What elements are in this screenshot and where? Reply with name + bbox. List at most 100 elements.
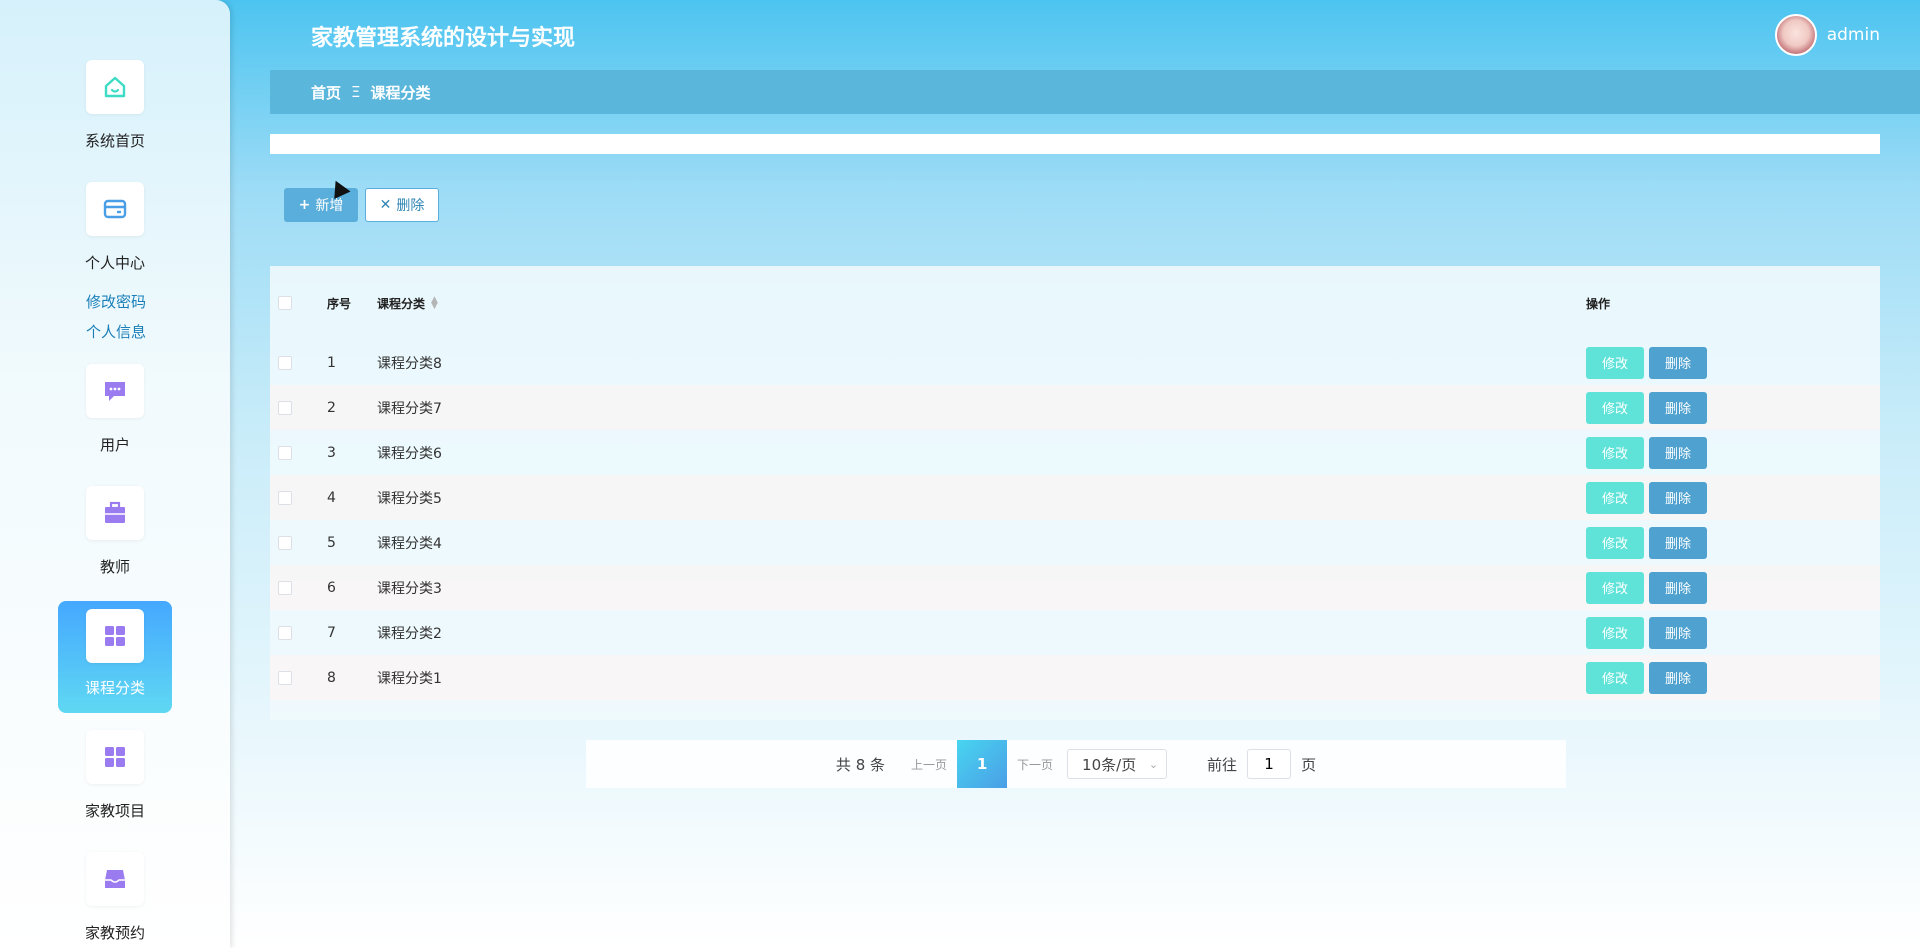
row-checkbox[interactable]: [278, 625, 292, 640]
nav-item-tutoring-projects[interactable]: 家教项目: [58, 730, 172, 821]
pagination-total: 共 8 条: [835, 755, 886, 774]
row-seq: 5: [327, 534, 336, 551]
row-checkbox[interactable]: [278, 355, 292, 370]
edit-button[interactable]: 修改: [1586, 481, 1644, 514]
row-seq: 6: [327, 579, 336, 596]
edit-button[interactable]: 修改: [1586, 391, 1644, 424]
table-row: 3 课程分类6 修改 删除: [270, 430, 1880, 475]
sidebar: 系统首页 个人中心 修改密码 个人信息 用户 教师 课程分类 家教项目 家教预约: [0, 0, 230, 948]
row-name: 课程分类5: [377, 490, 442, 507]
table-row: 6 课程分类3 修改 删除: [270, 565, 1880, 610]
goto-prefix: 前往: [1207, 755, 1238, 774]
nav-item-users[interactable]: 用户: [58, 364, 172, 455]
row-name: 课程分类3: [377, 580, 442, 597]
header-ops: 操作: [1586, 296, 1611, 311]
nav-label-tutoring-projects: 家教项目: [84, 802, 145, 820]
table-row: 2 课程分类7 修改 删除: [270, 385, 1880, 430]
row-seq: 1: [327, 354, 336, 371]
nav-item-course-category[interactable]: 课程分类: [58, 601, 172, 713]
page-size-select[interactable]: 10条/页 ⌄: [1067, 749, 1168, 779]
row-name: 课程分类2: [377, 625, 442, 642]
breadcrumb: 首页 Ξ 课程分类: [270, 70, 1920, 114]
grid-icon: [86, 730, 144, 784]
row-checkbox[interactable]: [278, 445, 292, 460]
edit-button[interactable]: 修改: [1586, 346, 1644, 379]
nav-label-personal-center: 个人中心: [84, 254, 145, 272]
pagination-page-1[interactable]: 1: [957, 740, 1008, 788]
table-row: 4 课程分类5 修改 删除: [270, 475, 1880, 520]
inbox-icon: [86, 852, 144, 906]
row-name: 课程分类7: [377, 400, 442, 417]
table-row: 5 课程分类4 修改 删除: [270, 520, 1880, 565]
nav-label-users: 用户: [99, 436, 130, 454]
nav-item-home[interactable]: 系统首页: [58, 60, 172, 151]
row-seq: 4: [327, 489, 336, 506]
row-seq: 7: [327, 624, 336, 641]
row-name: 课程分类8: [377, 355, 442, 372]
delete-button[interactable]: 删除: [1649, 481, 1707, 514]
row-name: 课程分类1: [377, 670, 442, 687]
delete-button[interactable]: 删除: [1649, 391, 1707, 424]
nav-label-home: 系统首页: [84, 132, 145, 150]
goto-suffix: 页: [1301, 755, 1317, 774]
chevron-down-icon: ⌄: [1148, 757, 1159, 771]
delete-button[interactable]: 删除: [1649, 346, 1707, 379]
course-category-table: 序号 课程分类 ▲ ▼ 操作 1 课程分类8 修改 删除 2 课程分类7 修改 删除 3 课程分类6…: [270, 266, 1880, 720]
plus-icon: +: [298, 197, 311, 213]
delete-button[interactable]: 删除: [1649, 616, 1707, 649]
delete-button[interactable]: 删除: [1649, 526, 1707, 559]
row-checkbox[interactable]: [278, 490, 292, 505]
pagination: 共 8 条 上一页 1 下一页 10条/页 ⌄ 前往 页: [586, 740, 1566, 788]
pagination-prev[interactable]: 上一页: [911, 756, 947, 773]
row-checkbox[interactable]: [278, 580, 292, 595]
row-name: 课程分类4: [377, 535, 442, 552]
table-header: 序号 课程分类 ▲ ▼ 操作: [270, 266, 1880, 340]
close-icon: ✕: [379, 197, 392, 213]
table-row: 8 课程分类1 修改 删除: [270, 655, 1880, 700]
briefcase-icon: [86, 486, 144, 540]
search-bar-area: [270, 134, 1880, 154]
delete-button[interactable]: 删除: [1649, 436, 1707, 469]
grid-icon: [86, 609, 144, 663]
batch-delete-button-label: 删除: [396, 198, 425, 214]
sort-icon[interactable]: ▲ ▼: [431, 296, 438, 311]
app-title: 家教管理系统的设计与实现: [311, 26, 576, 51]
batch-delete-button[interactable]: ✕ 删除: [365, 188, 439, 222]
edit-button[interactable]: 修改: [1586, 436, 1644, 469]
delete-button[interactable]: 删除: [1649, 571, 1707, 604]
chat-icon: [86, 364, 144, 418]
header-seq: 序号: [327, 296, 352, 311]
nav-item-tutoring-appointments[interactable]: 家教预约: [58, 852, 172, 943]
row-checkbox[interactable]: [278, 535, 292, 550]
sublink-change-password[interactable]: 修改密码: [86, 291, 146, 312]
nav-item-teachers[interactable]: 教师: [58, 486, 172, 577]
page-size-value: 10条/页: [1082, 755, 1137, 774]
breadcrumb-home[interactable]: 首页: [311, 82, 341, 103]
pagination-next[interactable]: 下一页: [1017, 756, 1053, 773]
home-icon: [86, 60, 144, 114]
breadcrumb-current: 课程分类: [370, 83, 431, 102]
delete-button[interactable]: 删除: [1649, 661, 1707, 694]
goto-page-input[interactable]: [1247, 749, 1292, 779]
card-icon: [86, 182, 144, 236]
nav-label-tutoring-appointments: 家教预约: [84, 924, 145, 942]
user-menu[interactable]: admin: [1774, 14, 1880, 56]
edit-button[interactable]: 修改: [1586, 526, 1644, 559]
row-checkbox[interactable]: [278, 400, 292, 415]
edit-button[interactable]: 修改: [1586, 571, 1644, 604]
row-checkbox[interactable]: [278, 670, 292, 685]
avatar: [1774, 14, 1817, 56]
username: admin: [1826, 25, 1880, 45]
add-button-label: 新增: [315, 198, 344, 214]
sublink-personal-info[interactable]: 个人信息: [86, 321, 146, 342]
header-name: 课程分类: [377, 296, 426, 311]
row-seq: 2: [327, 399, 336, 416]
nav-label-teachers: 教师: [99, 558, 130, 576]
edit-button[interactable]: 修改: [1586, 661, 1644, 694]
edit-button[interactable]: 修改: [1586, 616, 1644, 649]
breadcrumb-separator: Ξ: [351, 83, 361, 101]
row-name: 课程分类6: [377, 445, 442, 462]
table-row: 7 课程分类2 修改 删除: [270, 610, 1880, 655]
select-all-checkbox[interactable]: [278, 296, 292, 310]
nav-item-personal-center[interactable]: 个人中心: [58, 182, 172, 273]
